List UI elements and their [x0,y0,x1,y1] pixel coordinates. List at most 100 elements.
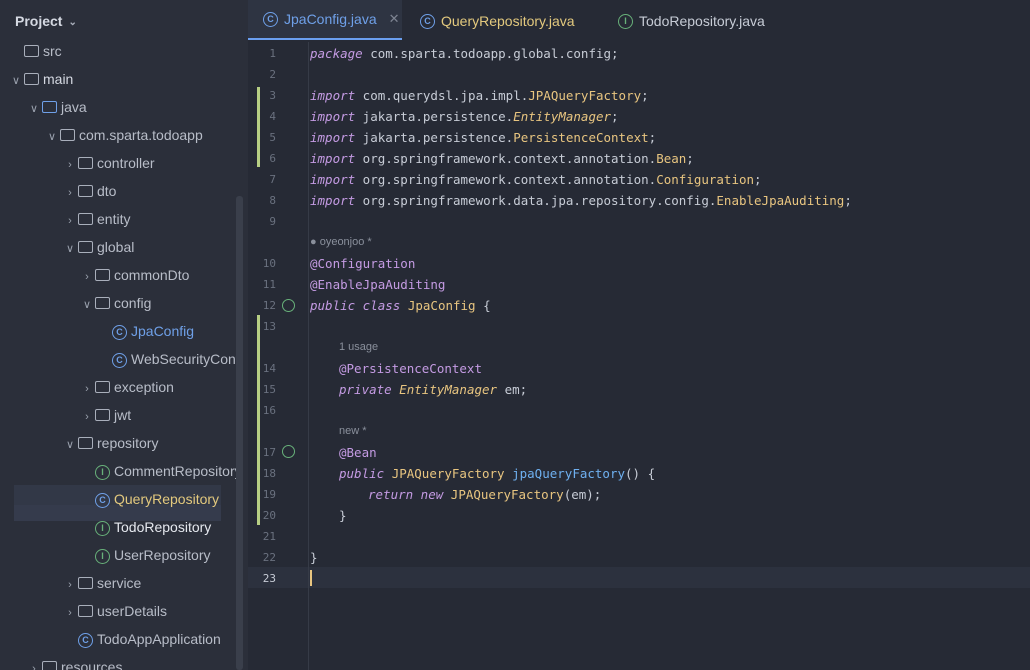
tree-item-label: global [97,239,135,255]
tree-item-label: main [43,71,74,87]
tab-jpaconfig[interactable]: C JpaConfig.java ✕ [248,0,402,40]
scrollbar[interactable] [236,196,243,670]
tree-item-src[interactable]: src [8,37,62,65]
tree-item-main[interactable]: ∨ main [8,65,73,93]
tree-item-java[interactable]: ∨ java [26,93,87,121]
tree-item-label: dto [97,183,117,199]
line-number: 2 [269,68,276,81]
tree-item-label: service [97,575,142,591]
tree-item-label: TodoRepository [114,519,212,535]
close-icon[interactable]: ✕ [389,11,400,27]
tree-item-jpaconfig[interactable]: C JpaConfig [96,317,194,345]
tab-label: QueryRepository.java [441,13,575,29]
chevron-down-icon[interactable]: ∨ [79,291,95,319]
chevron-right-icon[interactable]: › [62,151,78,179]
line-number: 21 [262,530,276,543]
tree-item-userrepository[interactable]: I UserRepository [79,541,210,569]
tree-item-todoappapplication[interactable]: C TodoAppApplication [62,625,221,653]
code-line-15: private EntityManager em; [339,382,528,397]
tree-item-label: config [114,295,152,311]
class-icon: C [112,352,127,368]
chevron-down-icon[interactable]: ∨ [26,95,42,123]
tree-item-dto[interactable]: › dto [62,177,116,205]
tree-item-commentrepository[interactable]: I CommentRepository [79,457,242,485]
chevron-down-icon[interactable]: ∨ [8,67,24,95]
line-number: 13 [262,320,276,333]
tree-item-entity[interactable]: › entity [62,205,130,233]
tree-item-exception[interactable]: › exception [79,373,174,401]
tab-queryrepository[interactable]: C QueryRepository.java [420,0,575,42]
chevron-right-icon[interactable]: › [26,655,42,670]
tree-item-todorepository[interactable]: I TodoRepository [79,513,211,541]
author-hint[interactable]: ● oyeonjoo * [310,236,372,248]
tree-item-queryrepository[interactable]: C QueryRepository [79,485,219,513]
code-line-22: } [310,550,318,565]
project-panel-header[interactable]: Project ⌄ [0,0,248,42]
tree-item-label: repository [97,435,159,451]
chevron-down-icon[interactable]: ∨ [44,123,60,151]
interface-icon: I [618,13,633,29]
tree-item-label: userDetails [97,603,168,619]
tree-item-jwt[interactable]: › jwt [79,401,131,429]
chevron-right-icon[interactable]: › [62,207,78,235]
class-icon: C [420,13,435,29]
line-number: 5 [269,131,276,144]
folder-blue-icon [42,101,57,114]
tree-item-config[interactable]: ∨ config [79,289,151,317]
code-line-6: import org.springframework.context.annot… [310,151,694,166]
code-line-11: @EnableJpaAuditing [310,277,446,292]
tree-item-repository[interactable]: ∨ repository [62,429,159,459]
line-number: 4 [269,110,276,123]
chevron-right-icon[interactable]: › [62,599,78,627]
folder-icon [24,73,39,86]
folder-icon [24,45,39,58]
code-line-4: import jakarta.persistence.EntityManager… [310,109,619,124]
line-number: 18 [262,467,276,480]
chevron-right-icon[interactable]: › [62,179,78,207]
line-number: 12 [262,299,276,312]
line-number: 11 [262,278,276,291]
line-number: 3 [269,89,276,102]
usage-hint[interactable]: 1 usage [339,341,378,353]
code-line-1: package com.sparta.todoapp.global.config… [310,46,619,61]
tree-item-websecurityconf[interactable]: C WebSecurityConf [96,345,240,373]
package-icon [95,409,110,422]
code-editor[interactable]: 1 2 3 4 5 6 7 8 9 10 11 12 13 14 15 16 17 18 19 20 21 22 23 pa… [248,42,1030,670]
new-hint[interactable]: new * [339,425,367,437]
tree-item-global[interactable]: ∨ global [62,233,134,261]
line-number: 8 [269,194,276,207]
code-line-18: public JPAQueryFactory jpaQueryFactory()… [339,466,656,481]
line-number: 6 [269,152,276,165]
bean-icon[interactable] [282,299,295,312]
line-number: 7 [269,173,276,186]
code-line-5: import jakarta.persistence.PersistenceCo… [310,130,657,145]
package-icon [78,241,93,254]
chevron-down-icon[interactable]: ⌄ [68,17,76,28]
chevron-right-icon[interactable]: › [79,403,95,431]
tree-item-commondto[interactable]: › commonDto [79,261,189,289]
line-number: 14 [262,362,276,375]
tree-item-resources[interactable]: › resources [26,653,122,670]
chevron-right-icon[interactable]: › [79,263,95,291]
current-line-highlight [248,567,1030,588]
tree-item-service[interactable]: › service [62,569,141,597]
bean-icon[interactable] [282,445,295,458]
tab-todorepository[interactable]: I TodoRepository.java [618,0,765,42]
chevron-down-icon[interactable]: ∨ [62,235,78,263]
class-icon: C [95,492,110,508]
chevron-down-icon[interactable]: ∨ [62,431,78,459]
class-icon: C [263,11,278,27]
code-line-7: import org.springframework.context.annot… [310,172,762,187]
tree-item-com-sparta-todoapp[interactable]: ∨ com.sparta.todoapp [44,121,203,149]
tree-item-controller[interactable]: › controller [62,149,154,179]
package-icon [60,129,75,142]
tree-item-userdetails[interactable]: › userDetails [62,597,167,625]
class-icon: C [112,324,127,340]
tab-label: TodoRepository.java [639,13,765,29]
project-panel: Project ⌄ src ∨ main ∨ java ∨ com.sparta.todoa… [0,0,248,670]
chevron-right-icon[interactable]: › [62,571,78,599]
code-line-19: return new JPAQueryFactory(em); [368,487,602,502]
chevron-right-icon[interactable]: › [79,375,95,403]
code-line-8: import org.springframework.data.jpa.repo… [310,193,852,208]
line-number: 19 [262,488,276,501]
